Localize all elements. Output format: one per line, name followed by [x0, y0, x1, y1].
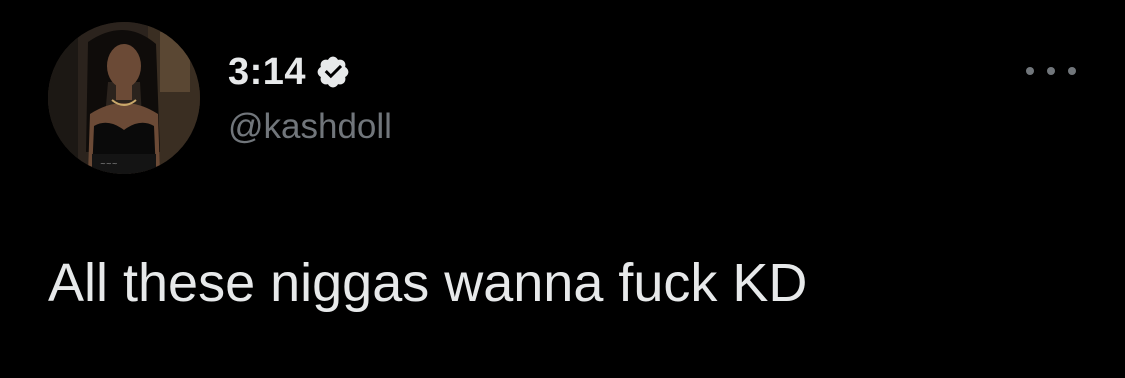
- more-options-icon[interactable]: [1026, 58, 1076, 84]
- avatar-photo: ~~~: [48, 22, 200, 174]
- username-handle[interactable]: @kashdoll: [228, 105, 392, 149]
- dot: [1068, 67, 1076, 75]
- author-row: 3:14: [228, 50, 351, 94]
- dot: [1047, 67, 1055, 75]
- dot: [1026, 67, 1034, 75]
- svg-text:~~~: ~~~: [100, 160, 118, 168]
- tweet-card: ~~~ 3:14 @kashdoll All these niggas wann…: [0, 0, 1125, 378]
- display-name[interactable]: 3:14: [228, 50, 306, 94]
- avatar[interactable]: ~~~: [48, 22, 200, 174]
- tweet-text: All these niggas wanna fuck KD: [48, 253, 808, 313]
- verified-badge-icon: [315, 54, 351, 90]
